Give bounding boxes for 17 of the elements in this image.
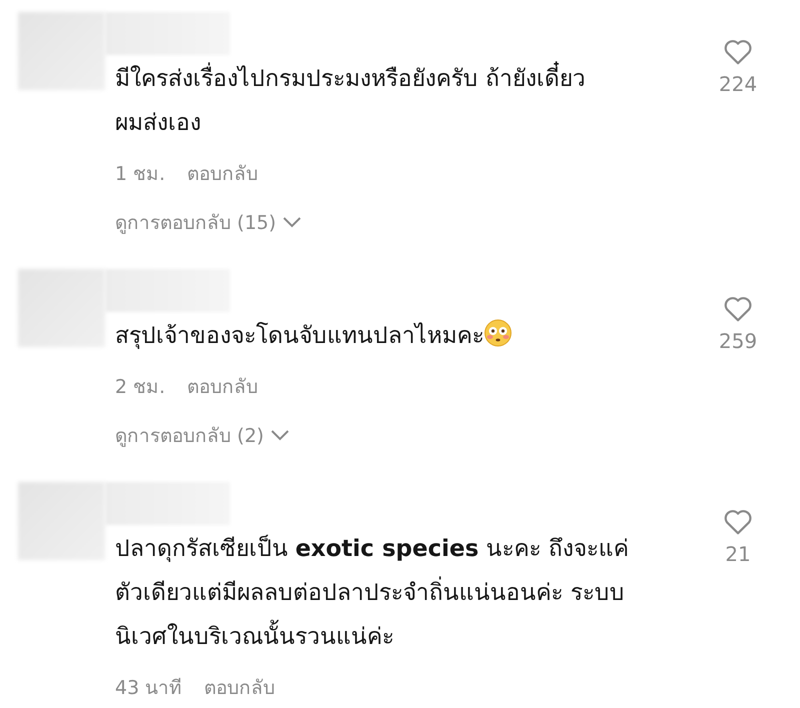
reply-link[interactable]: ตอบกลับ (204, 673, 276, 703)
comment-time: 2 ชม. (115, 375, 166, 400)
comment-text: มีใครส่งเรื่องไปกรมประมงหรือยังครับ ถ้ายังเดี๋ยว ผมส่งเอง (115, 57, 586, 145)
like-count: 224 (718, 72, 758, 96)
chevron-down-icon (270, 429, 290, 441)
comment-text: ปลาดุกรัสเซียเป็น exotic species นะคะ ถึงจะแค่ ตัวเดียวแต่มีผลลบต่อปลาประจำถิ่นแน่นอนค่ะ ระบบ นิเวศในบริเวณนั้นรวนแน่ค่ะ (115, 534, 628, 652)
reply-link[interactable]: ตอบกลับ (187, 159, 258, 189)
view-replies-button[interactable]: ดูการตอบกลับ (15) (115, 207, 302, 237)
like-count: 21 (725, 542, 751, 566)
flushed-face-icon (484, 319, 512, 347)
comment-time: 43 นาที (115, 676, 182, 701)
reply-link[interactable]: ตอบกลับ (187, 372, 258, 402)
comment-time: 1 ชม. (115, 162, 166, 187)
like-count: 259 (718, 329, 758, 353)
chevron-down-icon (282, 216, 302, 228)
view-replies-button[interactable]: ดูการตอบกลับ (2) (115, 420, 290, 450)
comment-text: สรุปเจ้าของจะโดนจับแทนปลาไหมคะ (115, 314, 512, 358)
